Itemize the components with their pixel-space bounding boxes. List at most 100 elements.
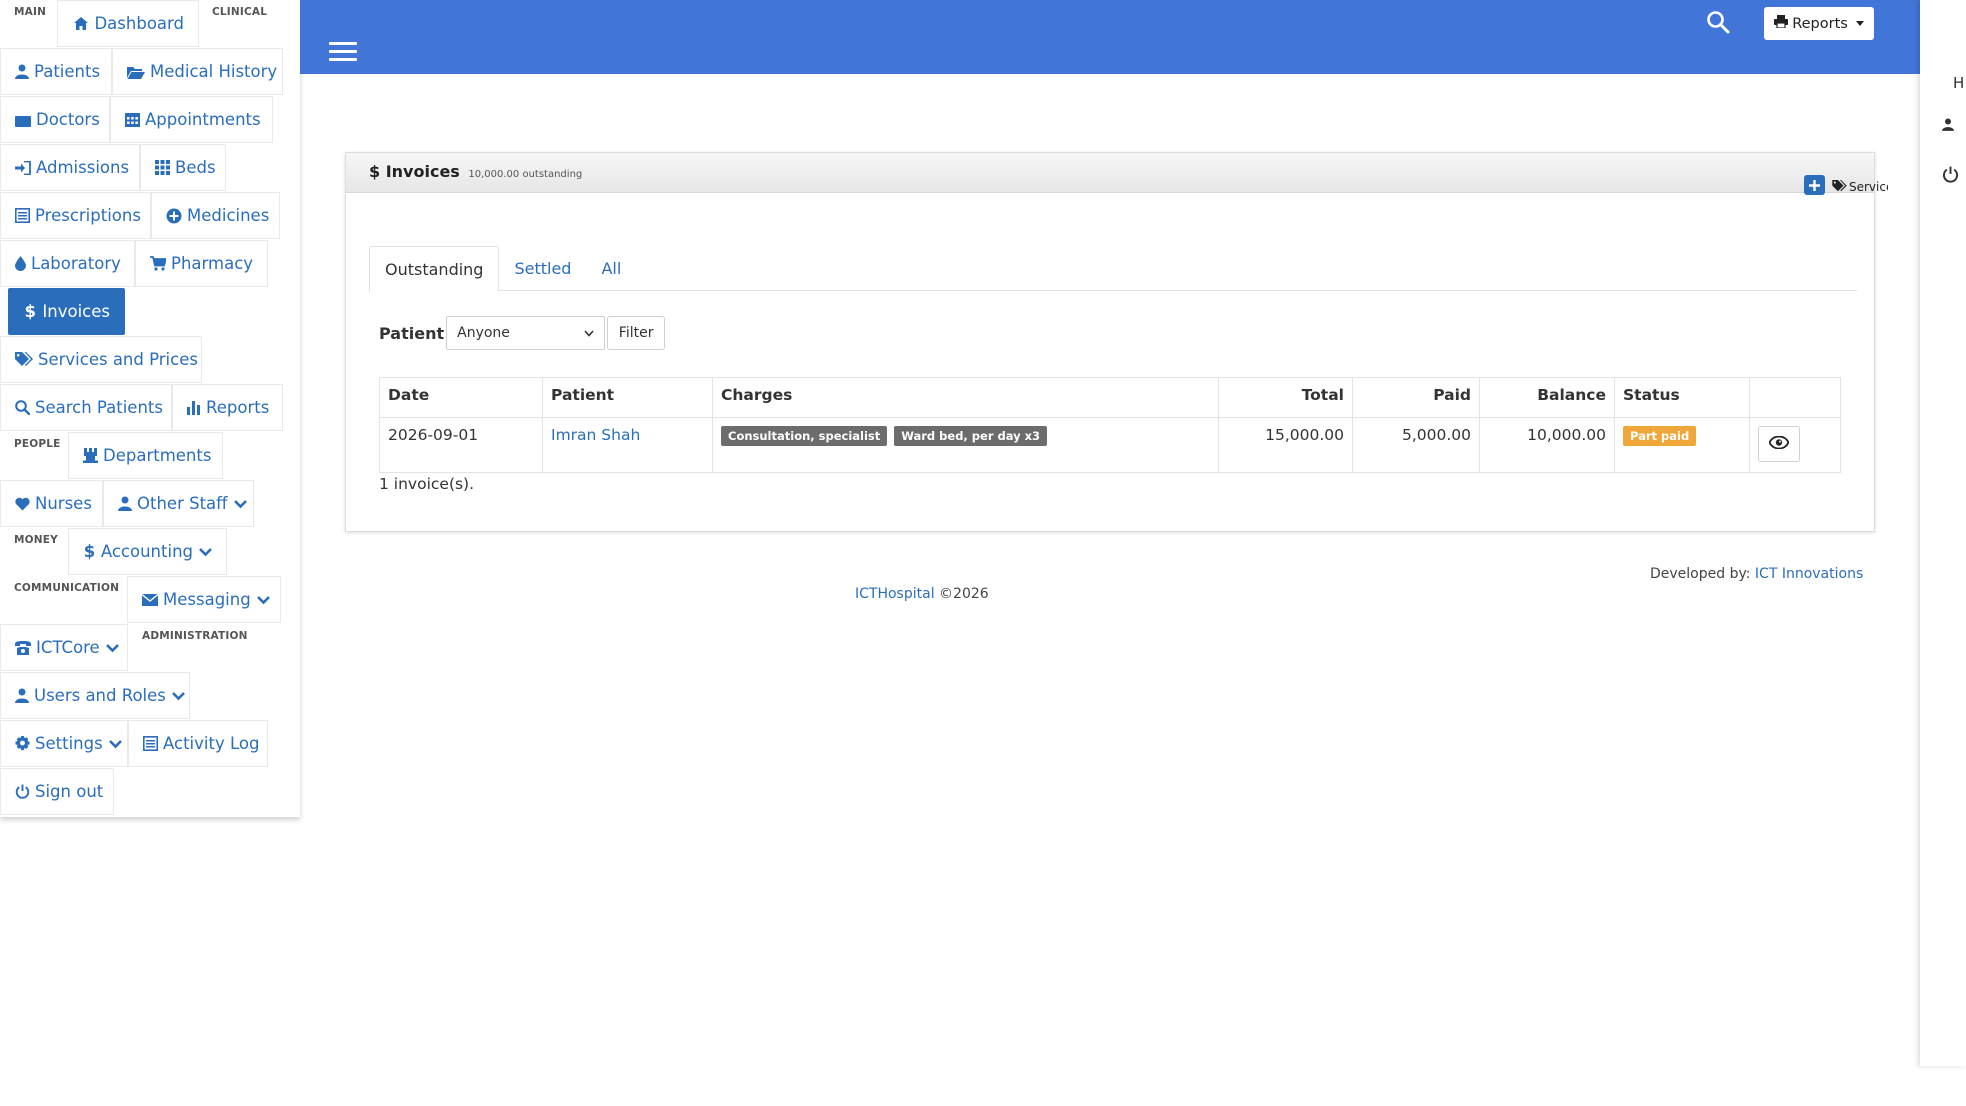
sidebar-item-label: Search Patients xyxy=(35,398,163,417)
sidebar-item-label: Accounting xyxy=(100,542,193,561)
bar-chart-icon xyxy=(187,400,201,415)
group-label-money: MONEY xyxy=(14,534,58,546)
invoice-paid: 5,000.00 xyxy=(1352,417,1480,473)
sidebar-item-label: Services and Prices xyxy=(38,350,198,369)
sidebar-item-label: Medicines xyxy=(187,206,270,225)
charge-badge: Ward bed, per day x3 xyxy=(894,426,1048,446)
panel-heading: $ Invoices 10,000.00 outstanding xyxy=(346,153,1874,193)
sign-in-icon xyxy=(15,160,31,175)
sidebar-item-label: Laboratory xyxy=(31,254,121,273)
sidebar-item-label: Pharmacy xyxy=(171,254,254,273)
sidebar: MAIN Dashboard CLINICAL Patients Medical… xyxy=(0,0,300,817)
sidebar-item-pharmacy[interactable]: Pharmacy xyxy=(135,240,268,287)
sidebar-item-ictcore[interactable]: ICTCore xyxy=(0,624,128,671)
sidebar-item-admissions[interactable]: Admissions xyxy=(0,144,140,191)
sidebar-item-other-staff[interactable]: Other Staff xyxy=(103,480,254,527)
add-invoice-button[interactable] xyxy=(1804,175,1825,195)
sidebar-item-laboratory[interactable]: Laboratory xyxy=(0,240,135,287)
sidebar-item-users-and-roles[interactable]: Users and Roles xyxy=(0,672,190,719)
phone-icon xyxy=(15,640,31,655)
group-label-main: MAIN xyxy=(14,6,47,18)
sidebar-item-label: Dashboard xyxy=(94,14,184,33)
reports-dropdown-button[interactable]: Reports xyxy=(1764,7,1874,40)
patient-link[interactable]: Imran Shah xyxy=(551,426,640,444)
tint-icon xyxy=(15,256,26,271)
sidebar-item-label: Medical History xyxy=(150,62,278,81)
sidebar-item-reports[interactable]: Reports xyxy=(172,384,283,431)
sidebar-item-messaging[interactable]: Messaging xyxy=(127,576,281,623)
sidebar-item-search-patients[interactable]: Search Patients xyxy=(0,384,172,431)
user-icon[interactable] xyxy=(1942,116,1954,135)
sidebar-item-settings[interactable]: Settings xyxy=(0,720,128,767)
power-icon[interactable] xyxy=(1942,166,1959,187)
column-header-paid: Paid xyxy=(1352,377,1480,418)
sidebar-item-prescriptions[interactable]: Prescriptions xyxy=(0,192,151,239)
sidebar-item-medicines[interactable]: Medicines xyxy=(151,192,280,239)
sidebar-item-label: Other Staff xyxy=(137,494,228,513)
group-label-clinical: CLINICAL xyxy=(212,6,268,18)
envelope-icon xyxy=(142,593,158,606)
services-and-prices-label: Services and Prices xyxy=(1849,180,1888,194)
sidebar-item-dashboard[interactable]: Dashboard xyxy=(57,0,199,47)
view-invoice-button[interactable] xyxy=(1758,426,1800,462)
dollar-icon: $ xyxy=(369,162,386,181)
patient-select-value: Anyone xyxy=(457,325,510,341)
tab-outstanding[interactable]: Outstanding xyxy=(369,246,500,292)
column-header-balance: Balance xyxy=(1479,377,1615,418)
sidebar-item-services-and-prices[interactable]: Services and Prices xyxy=(0,336,202,383)
copyright-year: ©2026 xyxy=(939,586,989,602)
filter-button[interactable]: Filter xyxy=(607,316,666,350)
group-label-people: PEOPLE xyxy=(14,438,61,450)
developed-by-label: Developed by: xyxy=(1650,566,1751,582)
gear-icon xyxy=(15,736,30,751)
sidebar-item-invoices[interactable]: $ Invoices xyxy=(8,288,125,335)
column-header-actions xyxy=(1749,377,1841,418)
developer-link[interactable]: ICT Innovations xyxy=(1755,566,1863,582)
column-header-date: Date xyxy=(379,377,543,418)
copyright: ICTHospital ©2026 xyxy=(855,586,989,602)
tab-all[interactable]: All xyxy=(586,246,636,291)
tags-icon xyxy=(15,352,33,367)
sidebar-item-label: Doctors xyxy=(36,110,100,129)
sidebar-item-label: Admissions xyxy=(36,158,130,177)
patient-select[interactable]: Anyone xyxy=(446,316,606,350)
sidebar-item-medical-history[interactable]: Medical History xyxy=(112,48,283,95)
table-row: 2026-09-01 Imran Shah Consultation, spec… xyxy=(379,417,1841,473)
search-icon[interactable] xyxy=(1706,10,1732,36)
dollar-icon: $ xyxy=(83,542,96,561)
sidebar-item-label: Activity Log xyxy=(163,734,260,753)
home-icon xyxy=(72,16,89,31)
briefcase-icon xyxy=(15,113,31,127)
chevron-down-icon xyxy=(233,494,247,513)
status-badge: Part paid xyxy=(1623,426,1697,446)
invoice-date: 2026-09-01 xyxy=(379,417,543,473)
heart-icon xyxy=(15,497,30,511)
tab-settled[interactable]: Settled xyxy=(499,246,586,291)
chevron-down-icon xyxy=(105,638,119,657)
sidebar-item-doctors[interactable]: Doctors xyxy=(0,96,110,143)
column-header-status: Status xyxy=(1614,377,1750,418)
chevron-down-icon xyxy=(199,542,212,561)
right-panel-letter: H xyxy=(1953,74,1965,92)
sidebar-item-label: ICTCore xyxy=(36,638,100,657)
column-header-total: Total xyxy=(1218,377,1353,418)
menu-toggle-icon[interactable] xyxy=(329,42,357,62)
sidebar-item-label: Patients xyxy=(34,62,101,81)
building-icon xyxy=(83,448,98,463)
sidebar-item-sign-out[interactable]: Sign out xyxy=(0,768,114,815)
sidebar-item-label: Users and Roles xyxy=(34,686,166,705)
app-name-link[interactable]: ICTHospital xyxy=(855,586,935,602)
sidebar-item-activity-log[interactable]: Activity Log xyxy=(128,720,268,767)
sidebar-item-nurses[interactable]: Nurses xyxy=(0,480,103,527)
power-icon xyxy=(15,784,30,799)
sidebar-item-appointments[interactable]: Appointments xyxy=(110,96,273,143)
folder-open-icon xyxy=(127,65,145,79)
sidebar-item-accounting[interactable]: $ Accounting xyxy=(68,528,227,575)
sidebar-item-beds[interactable]: Beds xyxy=(140,144,226,191)
services-and-prices-link[interactable]: Services and Prices xyxy=(1832,177,1888,197)
sidebar-item-label: Departments xyxy=(103,446,212,465)
sidebar-item-label: Prescriptions xyxy=(35,206,141,225)
chevron-down-icon xyxy=(256,590,270,609)
sidebar-item-departments[interactable]: Departments xyxy=(68,432,223,479)
sidebar-item-patients[interactable]: Patients xyxy=(0,48,112,95)
